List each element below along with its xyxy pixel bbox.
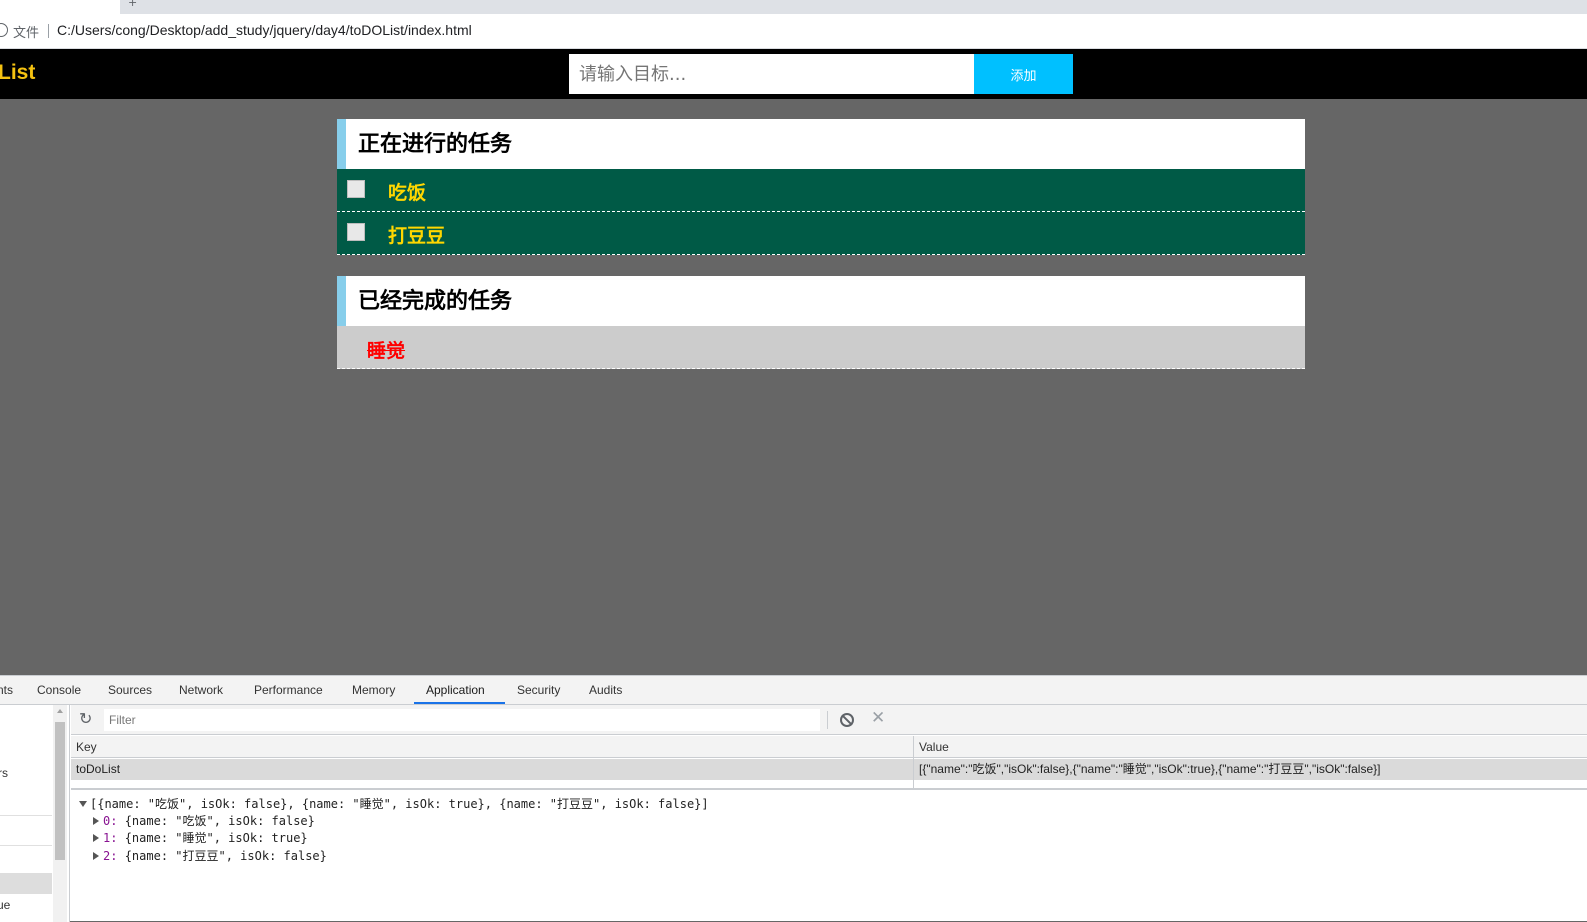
row-value[interactable]: [{"name":"吃饭","isOk":false},{"name":"睡觉"…	[914, 759, 1587, 780]
preview-child-value: {name: "打豆豆", isOk: false}	[124, 849, 327, 863]
toolbar-divider	[827, 711, 828, 729]
doing-task-row: 打豆豆	[337, 212, 1305, 255]
done-section-title: 已经完成的任务	[337, 276, 1305, 326]
url-scheme-label: 文件	[13, 26, 40, 41]
refresh-icon[interactable]: ↻	[79, 711, 92, 727]
site-info-icon[interactable]	[0, 23, 8, 37]
task-checkbox[interactable]	[347, 180, 365, 198]
todo-input[interactable]	[569, 54, 975, 94]
preview-child-line[interactable]: 1: {name: "睡觉", isOk: true}	[93, 830, 308, 847]
doing-section-title: 正在进行的任务	[337, 119, 1305, 169]
value-preview-pane: [{name: "吃饭", isOk: false}, {name: "睡觉",…	[71, 793, 1587, 922]
active-tab-indicator	[414, 702, 505, 704]
tab-application[interactable]: Application	[426, 683, 485, 697]
preview-colon: :	[110, 849, 118, 863]
preview-root-value: [{name: "吃饭", isOk: false}, {name: "睡觉",…	[90, 797, 709, 811]
table-bottom-border	[71, 788, 1587, 790]
add-button[interactable]: 添加	[974, 54, 1073, 94]
sidebar-scroll-thumb[interactable]	[55, 722, 65, 860]
devtools-tab-bar: nts Console Sources Network Performance …	[0, 676, 1587, 705]
storage-toolbar: ↻ ✕	[71, 705, 1587, 735]
tab-elements[interactable]: nts	[0, 683, 13, 697]
preview-colon: :	[110, 814, 118, 828]
filter-input[interactable]	[104, 709, 820, 731]
tab-performance[interactable]: Performance	[254, 683, 323, 697]
address-divider	[48, 24, 49, 38]
sidebar-divider	[0, 845, 52, 846]
tab-console[interactable]: Console	[37, 683, 81, 697]
devtools-panel: nts Console Sources Network Performance …	[0, 675, 1587, 922]
column-header-value[interactable]: Value	[914, 736, 1587, 758]
url-text[interactable]: C:/Users/cong/Desktop/add_study/jquery/d…	[57, 22, 472, 38]
tab-network[interactable]: Network	[179, 683, 223, 697]
sidebar-item-fragment[interactable]: ue	[0, 898, 10, 912]
preview-child-value: {name: "吃饭", isOk: false}	[124, 814, 315, 828]
expand-down-icon[interactable]	[79, 801, 87, 807]
done-section: 已经完成的任务 睡觉	[337, 276, 1305, 369]
delete-selected-icon[interactable]: ✕	[871, 709, 885, 727]
address-bar[interactable]: 文件 C:/Users/cong/Desktop/add_study/jquer…	[0, 14, 1587, 49]
preview-root-line[interactable]: [{name: "吃饭", isOk: false}, {name: "睡觉",…	[79, 796, 709, 813]
page-header: List 添加	[0, 49, 1587, 99]
doing-section: 正在进行的任务 吃饭 打豆豆	[337, 119, 1305, 255]
preview-child-line[interactable]: 2: {name: "打豆豆", isOk: false}	[93, 848, 327, 865]
table-row[interactable]: toDoList [{"name":"吃饭","isOk":false},{"n…	[71, 759, 1587, 780]
column-header-key[interactable]: Key	[71, 736, 913, 758]
doing-task-row: 吃饭	[337, 169, 1305, 212]
row-key[interactable]: toDoList	[71, 759, 913, 780]
done-task-name[interactable]: 睡觉	[367, 336, 405, 363]
expand-right-icon[interactable]	[93, 817, 99, 825]
application-sidebar: rs ue	[0, 705, 70, 922]
preview-colon: :	[110, 831, 118, 845]
page-logo: List	[0, 61, 36, 84]
sidebar-item-fragment[interactable]: rs	[0, 766, 8, 780]
tab-memory[interactable]: Memory	[352, 683, 395, 697]
new-tab-icon[interactable]: +	[128, 0, 137, 9]
task-name[interactable]: 打豆豆	[388, 221, 445, 248]
sidebar-item-selected[interactable]	[0, 873, 52, 894]
expand-right-icon[interactable]	[93, 852, 99, 860]
tab-sources[interactable]: Sources	[108, 683, 152, 697]
tab-security[interactable]: Security	[517, 683, 560, 697]
column-divider[interactable]	[913, 736, 914, 790]
browser-active-tab[interactable]	[0, 0, 120, 14]
done-task-row: 睡觉	[337, 326, 1305, 369]
browser-tab-strip: +	[0, 0, 1587, 14]
task-name[interactable]: 吃饭	[388, 178, 426, 205]
expand-right-icon[interactable]	[93, 834, 99, 842]
sidebar-divider	[0, 815, 52, 816]
preview-child-line[interactable]: 0: {name: "吃饭", isOk: false}	[93, 813, 315, 830]
preview-child-value: {name: "睡觉", isOk: true}	[124, 831, 308, 845]
scroll-up-arrow-icon[interactable]	[57, 709, 63, 713]
tab-audits[interactable]: Audits	[589, 683, 622, 697]
clear-all-icon[interactable]	[840, 713, 854, 727]
task-checkbox[interactable]	[347, 223, 365, 241]
